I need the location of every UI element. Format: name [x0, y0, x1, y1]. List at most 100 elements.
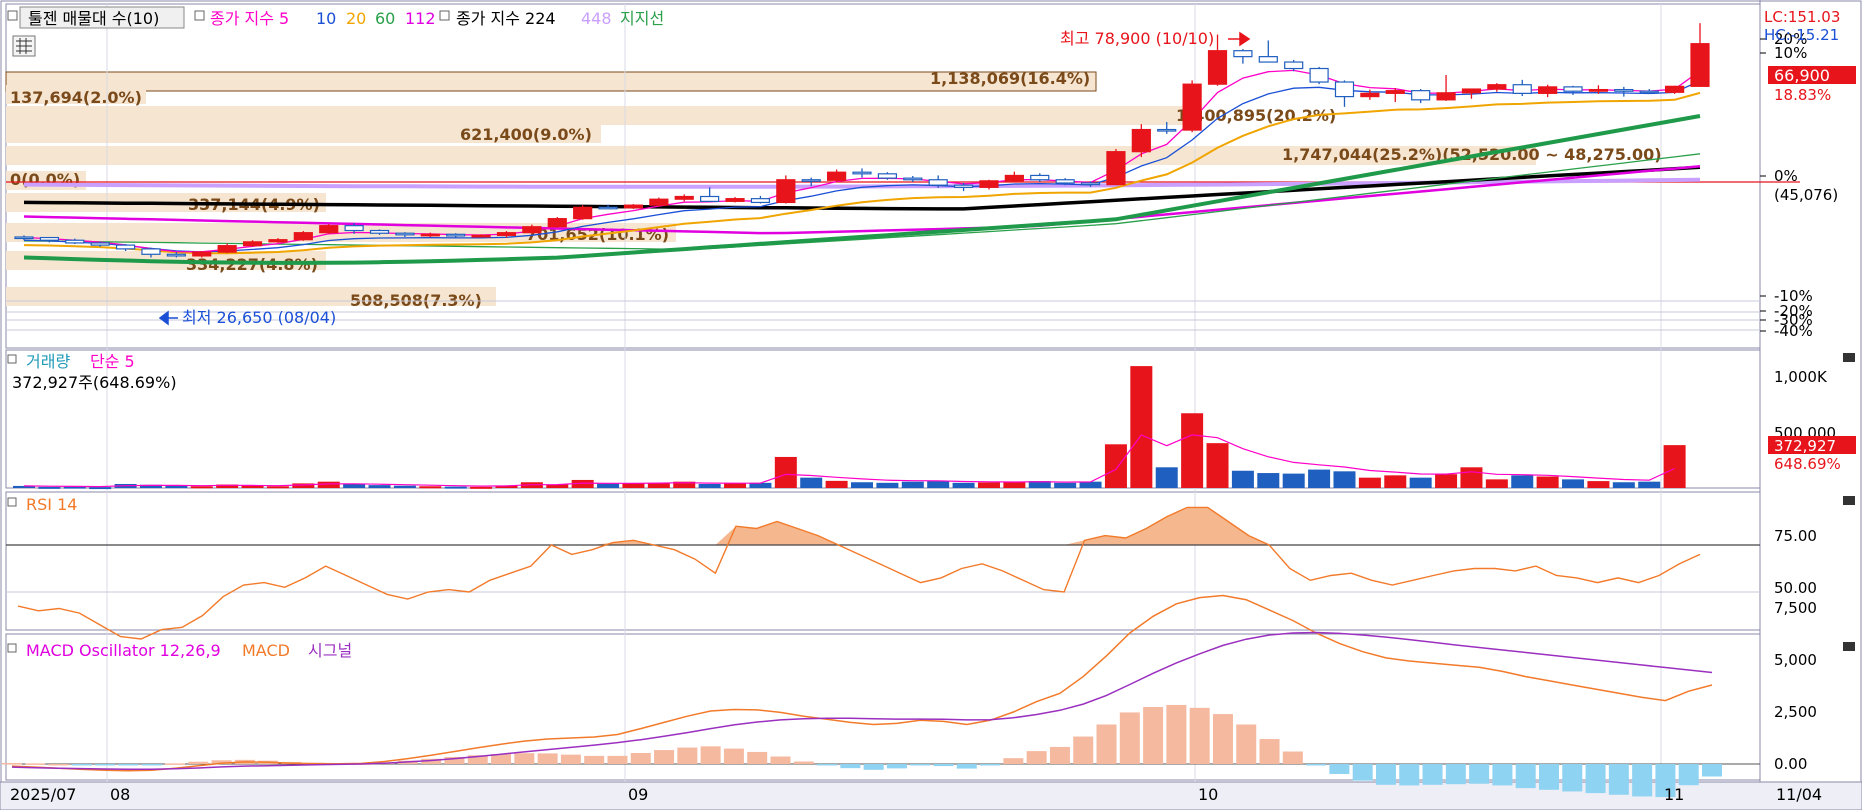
macd-oscillator-bar [71, 764, 92, 766]
macd-oscillator-bar [933, 764, 954, 767]
volume-bar [419, 486, 442, 489]
volume-bar [622, 483, 645, 488]
macd-oscillator-bar [956, 764, 977, 769]
checkbox-icon[interactable] [7, 10, 18, 21]
candle-body [1512, 84, 1532, 94]
volume-bar [952, 482, 975, 488]
macd-oscillator-bar [886, 764, 907, 769]
volume-bar [1358, 477, 1381, 488]
candle-body [1258, 56, 1278, 63]
high-annotation: 최고 78,900 (10/10) [1060, 29, 1214, 48]
volume-profile-band [6, 106, 1186, 125]
volume-profile-label: 137,694(2.0%) [10, 88, 142, 107]
candle-body [369, 229, 390, 234]
macd-label: MACD [242, 641, 290, 660]
macd-oscillator-bar [1585, 764, 1606, 794]
macd-axis-tick: 5,000 [1774, 651, 1817, 669]
volume-bar [393, 485, 416, 488]
candle-body [750, 198, 771, 204]
price-axis-tick: (45,076) [1774, 186, 1838, 204]
volume-bar [851, 482, 873, 488]
ma60-label: 60 [375, 9, 395, 28]
macd-oscillator-bar [770, 756, 791, 764]
volume-profile-label: 621,400(9.0%) [460, 125, 592, 144]
volume-bar [1536, 476, 1559, 488]
ma112-label: 112 [405, 9, 436, 28]
volume-bar [1257, 473, 1280, 488]
rsi-axis-tick: 75.00 [1774, 527, 1817, 545]
volume-bar [1460, 467, 1483, 488]
candle-body [1157, 128, 1177, 132]
price-axis-tick: -40% [1774, 322, 1813, 340]
candle-body [1080, 182, 1101, 186]
checkbox-icon[interactable] [439, 10, 450, 21]
macd-oscillator-bar [1166, 704, 1187, 764]
candle-body [1538, 86, 1558, 94]
macd-oscillator-bar [793, 761, 814, 764]
candle-body [827, 171, 847, 181]
candle-body [1360, 92, 1380, 98]
macd-oscillator-bar [1469, 764, 1490, 784]
candle-body [877, 173, 897, 179]
macd-oscillator-bar [677, 747, 698, 764]
volume-bar [927, 481, 950, 488]
macd-oscillator-bar [1073, 736, 1094, 764]
candle-body [115, 244, 136, 250]
macd-oscillator-bar [118, 764, 139, 766]
volume-bar [1612, 482, 1635, 488]
candle-body [1106, 151, 1126, 186]
macd-oscillator-bar [1492, 764, 1513, 786]
panel-close-icon [1843, 353, 1855, 362]
stock-chart[interactable]: 1,138,069(16.4%)137,694(2.0%)1,400,895(2… [0, 0, 1862, 810]
volume-bar [1206, 443, 1229, 488]
volume-bar [1282, 473, 1305, 488]
macd-oscillator-bar [537, 753, 558, 764]
candle-body [1436, 92, 1456, 101]
macd-oscillator-bar [1352, 764, 1373, 781]
panel-close-icon [1843, 496, 1855, 505]
candle-body [598, 206, 618, 210]
volume-value: 372,927주(648.69%) [12, 373, 177, 392]
checkbox-icon[interactable] [194, 10, 205, 21]
x-axis-tick-label: 09 [628, 785, 648, 804]
macd-oscillator-bar [723, 748, 744, 764]
macd-oscillator-bar [1515, 764, 1536, 789]
candle-body [1588, 88, 1609, 92]
candle-body [725, 198, 745, 202]
price-axis-tick: 10% [1774, 44, 1807, 62]
current-price-label: 66,900 [1774, 66, 1830, 85]
macd-oscillator-bar [1538, 764, 1559, 790]
volume-bar [1181, 413, 1204, 488]
candle-body [1284, 61, 1304, 70]
macd-oscillator-bar [141, 764, 162, 766]
x-axis-tick-label: 11 [1664, 785, 1684, 804]
macd-oscillator-bar [25, 763, 46, 765]
x-axis-tick-label: 2025/07 [10, 785, 76, 804]
macd-oscillator-bar [1096, 724, 1117, 764]
candle-body [217, 245, 237, 253]
macd-oscillator-bar [1143, 707, 1164, 764]
candle-body [166, 253, 186, 257]
macd-axis-tick: 0.00 [1774, 755, 1807, 773]
signal-label: 시그널 [308, 641, 352, 660]
lc-value: LC:151.03 [1764, 8, 1840, 26]
volume-axis-tick: 1,000K [1774, 368, 1828, 386]
volume-bar [876, 482, 899, 488]
volume-bar [317, 481, 340, 488]
volume-title: 거래량 [26, 352, 70, 371]
support-label: 지지선 [620, 9, 664, 28]
x-axis-tick-label: 08 [110, 785, 130, 804]
candle-body [1131, 128, 1151, 153]
macd-oscillator-bar [910, 764, 931, 766]
candle-body [141, 248, 161, 255]
candle-body [319, 225, 339, 234]
candle-body [268, 239, 288, 243]
current-pct-label: 18.83% [1774, 86, 1831, 104]
candle-body [573, 206, 593, 220]
candle-body [1385, 90, 1405, 94]
candle-body [1461, 88, 1482, 94]
candle-body [623, 204, 644, 209]
macd-oscillator-bar [514, 753, 535, 764]
candle-body [1639, 90, 1659, 94]
macd-oscillator-bar [1562, 764, 1583, 792]
